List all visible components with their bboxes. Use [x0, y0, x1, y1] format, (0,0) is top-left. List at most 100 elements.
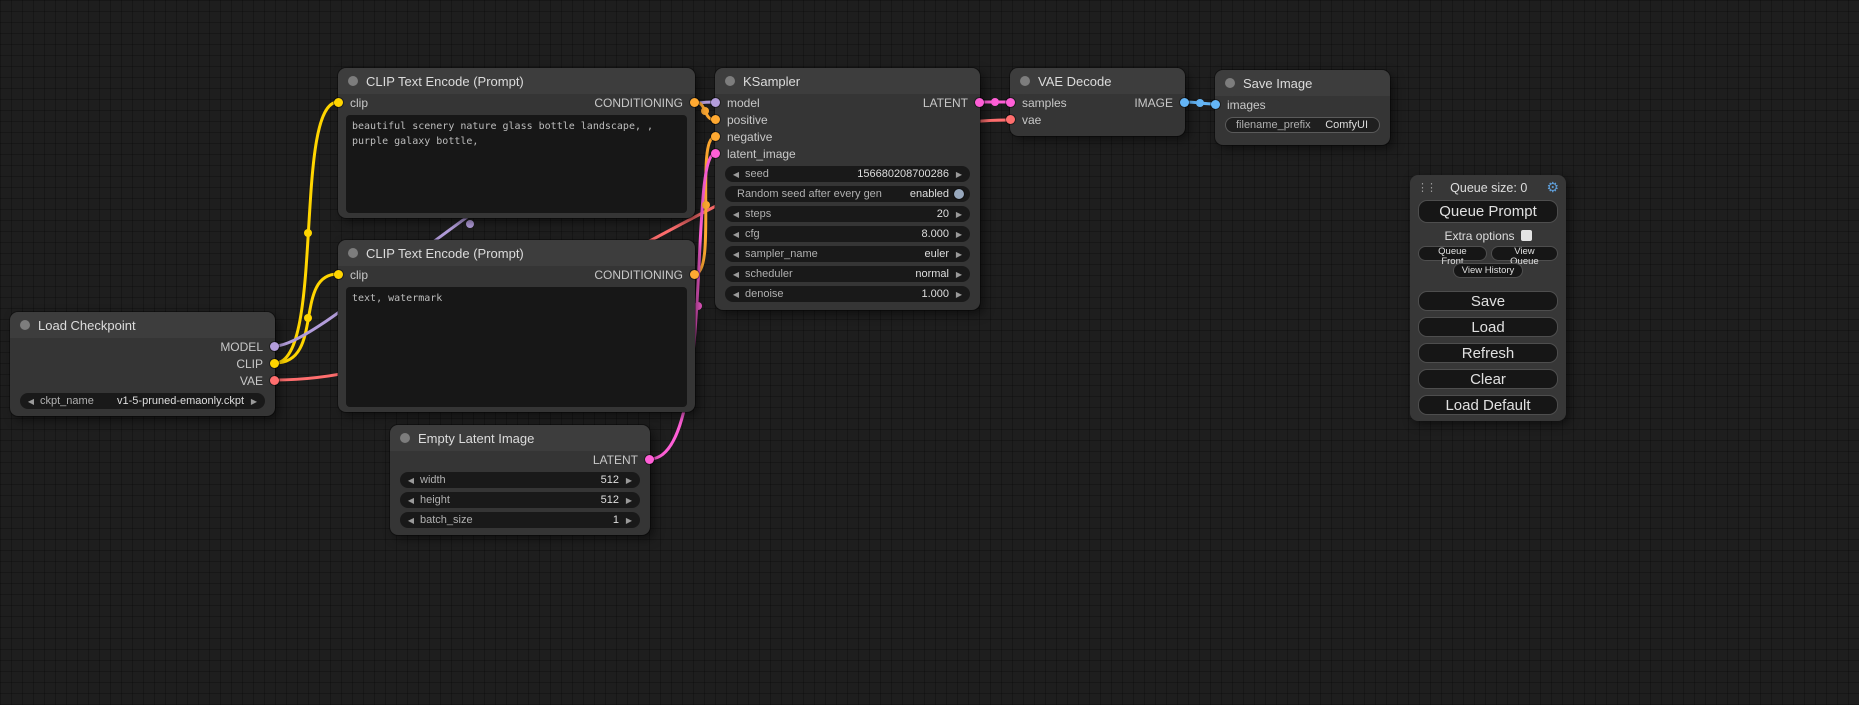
increment-arrow-icon[interactable]: ▶ — [624, 496, 634, 505]
increment-arrow-icon[interactable]: ▶ — [954, 230, 964, 239]
load-button[interactable]: Load — [1418, 317, 1558, 337]
save-button[interactable]: Save — [1418, 291, 1558, 311]
clip-input-port[interactable] — [334, 270, 343, 279]
widget-ckpt-name[interactable]: ◀ ckpt_name v1-5-pruned-emaonly.ckpt ▶ — [20, 393, 265, 409]
node-header[interactable]: VAE Decode — [1010, 68, 1185, 94]
node-clip-text-encode-positive[interactable]: CLIP Text Encode (Prompt) clip CONDITION… — [338, 68, 695, 218]
increment-arrow-icon[interactable]: ▶ — [954, 170, 964, 179]
increment-arrow-icon[interactable]: ▶ — [954, 290, 964, 299]
queue-panel-header[interactable]: ⋮⋮ Queue size: 0 ⚙ — [1410, 177, 1566, 198]
collapse-dot-icon[interactable] — [725, 76, 735, 86]
latent-output-port[interactable] — [975, 98, 984, 107]
collapse-dot-icon[interactable] — [1020, 76, 1030, 86]
prompt-textarea[interactable]: beautiful scenery nature glass bottle la… — [346, 115, 687, 213]
node-clip-text-encode-negative[interactable]: CLIP Text Encode (Prompt) clip CONDITION… — [338, 240, 695, 412]
node-header[interactable]: Load Checkpoint — [10, 312, 275, 338]
decrement-arrow-icon[interactable]: ◀ — [406, 516, 416, 525]
widget-cfg[interactable]: ◀ cfg 8.000 ▶ — [725, 226, 970, 242]
node-empty-latent-image[interactable]: Empty Latent Image LATENT ◀ width 512 ▶ … — [390, 425, 650, 535]
samples-input-port[interactable] — [1006, 98, 1015, 107]
decrement-arrow-icon[interactable]: ◀ — [731, 250, 741, 259]
increment-arrow-icon[interactable]: ▶ — [954, 250, 964, 259]
node-ksampler[interactable]: KSampler model LATENT positive negative … — [715, 68, 980, 310]
increment-arrow-icon[interactable]: ▶ — [954, 270, 964, 279]
node-header[interactable]: CLIP Text Encode (Prompt) — [338, 240, 695, 266]
collapse-dot-icon[interactable] — [348, 248, 358, 258]
collapse-dot-icon[interactable] — [20, 320, 30, 330]
widget-sampler-name[interactable]: ◀ sampler_name euler ▶ — [725, 246, 970, 262]
vae-output-port[interactable] — [270, 376, 279, 385]
node-title: Load Checkpoint — [38, 318, 136, 333]
conditioning-output-port[interactable] — [690, 98, 699, 107]
collapse-dot-icon[interactable] — [1225, 78, 1235, 88]
decrement-arrow-icon[interactable]: ◀ — [731, 210, 741, 219]
node-header[interactable]: Empty Latent Image — [390, 425, 650, 451]
decrement-arrow-icon[interactable]: ◀ — [731, 270, 741, 279]
positive-input-port[interactable] — [711, 115, 720, 124]
collapse-dot-icon[interactable] — [400, 433, 410, 443]
input-slot-positive: positive — [715, 111, 980, 128]
clip-input-port[interactable] — [334, 98, 343, 107]
latent-output-port[interactable] — [645, 455, 654, 464]
prompt-textarea[interactable]: text, watermark — [346, 287, 687, 407]
input-slot-latent-image: latent_image — [715, 145, 980, 162]
clip-output-port[interactable] — [270, 359, 279, 368]
negative-input-port[interactable] — [711, 132, 720, 141]
widget-seed[interactable]: ◀ seed 156680208700286 ▶ — [725, 166, 970, 182]
drag-handle-icon[interactable]: ⋮⋮ — [1417, 181, 1431, 194]
view-queue-button[interactable]: View Queue — [1491, 246, 1558, 261]
decrement-arrow-icon[interactable]: ◀ — [26, 397, 36, 406]
widget-value: 512 — [601, 494, 619, 506]
slot-label: images — [1227, 98, 1266, 112]
widget-name: filename_prefix — [1236, 119, 1311, 131]
settings-gear-icon[interactable]: ⚙ — [1546, 179, 1559, 196]
widget-batch-size[interactable]: ◀ batch_size 1 ▶ — [400, 512, 640, 528]
output-slot-clip: CLIP — [10, 355, 275, 372]
decrement-arrow-icon[interactable]: ◀ — [731, 230, 741, 239]
node-vae-decode[interactable]: VAE Decode samples IMAGE vae — [1010, 68, 1185, 136]
slot-label: negative — [727, 130, 772, 144]
increment-arrow-icon[interactable]: ▶ — [624, 516, 634, 525]
widget-denoise[interactable]: ◀ denoise 1.000 ▶ — [725, 286, 970, 302]
decrement-arrow-icon[interactable]: ◀ — [731, 290, 741, 299]
widget-scheduler[interactable]: ◀ scheduler normal ▶ — [725, 266, 970, 282]
widget-filename-prefix[interactable]: filename_prefix ComfyUI — [1225, 117, 1380, 133]
queue-front-button[interactable]: Queue Front — [1418, 246, 1487, 261]
toggle-knob-icon[interactable] — [954, 189, 964, 199]
input-slot-images: images — [1215, 96, 1390, 113]
decrement-arrow-icon[interactable]: ◀ — [731, 170, 741, 179]
model-input-port[interactable] — [711, 98, 720, 107]
widget-steps[interactable]: ◀ steps 20 ▶ — [725, 206, 970, 222]
decrement-arrow-icon[interactable]: ◀ — [406, 496, 416, 505]
graph-canvas[interactable]: Load Checkpoint MODEL CLIP VAE ◀ ckpt_na… — [0, 0, 1859, 705]
increment-arrow-icon[interactable]: ▶ — [249, 397, 259, 406]
decrement-arrow-icon[interactable]: ◀ — [406, 476, 416, 485]
link-midpoint-dot — [304, 229, 312, 237]
link-midpoint-dot — [701, 107, 709, 115]
increment-arrow-icon[interactable]: ▶ — [624, 476, 634, 485]
extra-options-checkbox[interactable] — [1521, 230, 1532, 241]
conditioning-output-port[interactable] — [690, 270, 699, 279]
queue-prompt-button[interactable]: Queue Prompt — [1418, 200, 1558, 223]
vae-input-port[interactable] — [1006, 115, 1015, 124]
widget-height[interactable]: ◀ height 512 ▶ — [400, 492, 640, 508]
model-output-port[interactable] — [270, 342, 279, 351]
image-output-port[interactable] — [1180, 98, 1189, 107]
clear-button[interactable]: Clear — [1418, 369, 1558, 389]
node-header[interactable]: KSampler — [715, 68, 980, 94]
widget-random-seed[interactable]: Random seed after every gen enabled — [725, 186, 970, 202]
increment-arrow-icon[interactable]: ▶ — [954, 210, 964, 219]
load-default-button[interactable]: Load Default — [1418, 395, 1558, 415]
node-header[interactable]: Save Image — [1215, 70, 1390, 96]
collapse-dot-icon[interactable] — [348, 76, 358, 86]
widget-width[interactable]: ◀ width 512 ▶ — [400, 472, 640, 488]
slot-label: model — [727, 96, 760, 110]
view-history-button[interactable]: View History — [1453, 263, 1524, 278]
images-input-port[interactable] — [1211, 100, 1220, 109]
refresh-button[interactable]: Refresh — [1418, 343, 1558, 363]
latent-image-input-port[interactable] — [711, 149, 720, 158]
node-header[interactable]: CLIP Text Encode (Prompt) — [338, 68, 695, 94]
widget-value: ComfyUI — [1325, 119, 1368, 131]
node-save-image[interactable]: Save Image images filename_prefix ComfyU… — [1215, 70, 1390, 145]
node-load-checkpoint[interactable]: Load Checkpoint MODEL CLIP VAE ◀ ckpt_na… — [10, 312, 275, 416]
